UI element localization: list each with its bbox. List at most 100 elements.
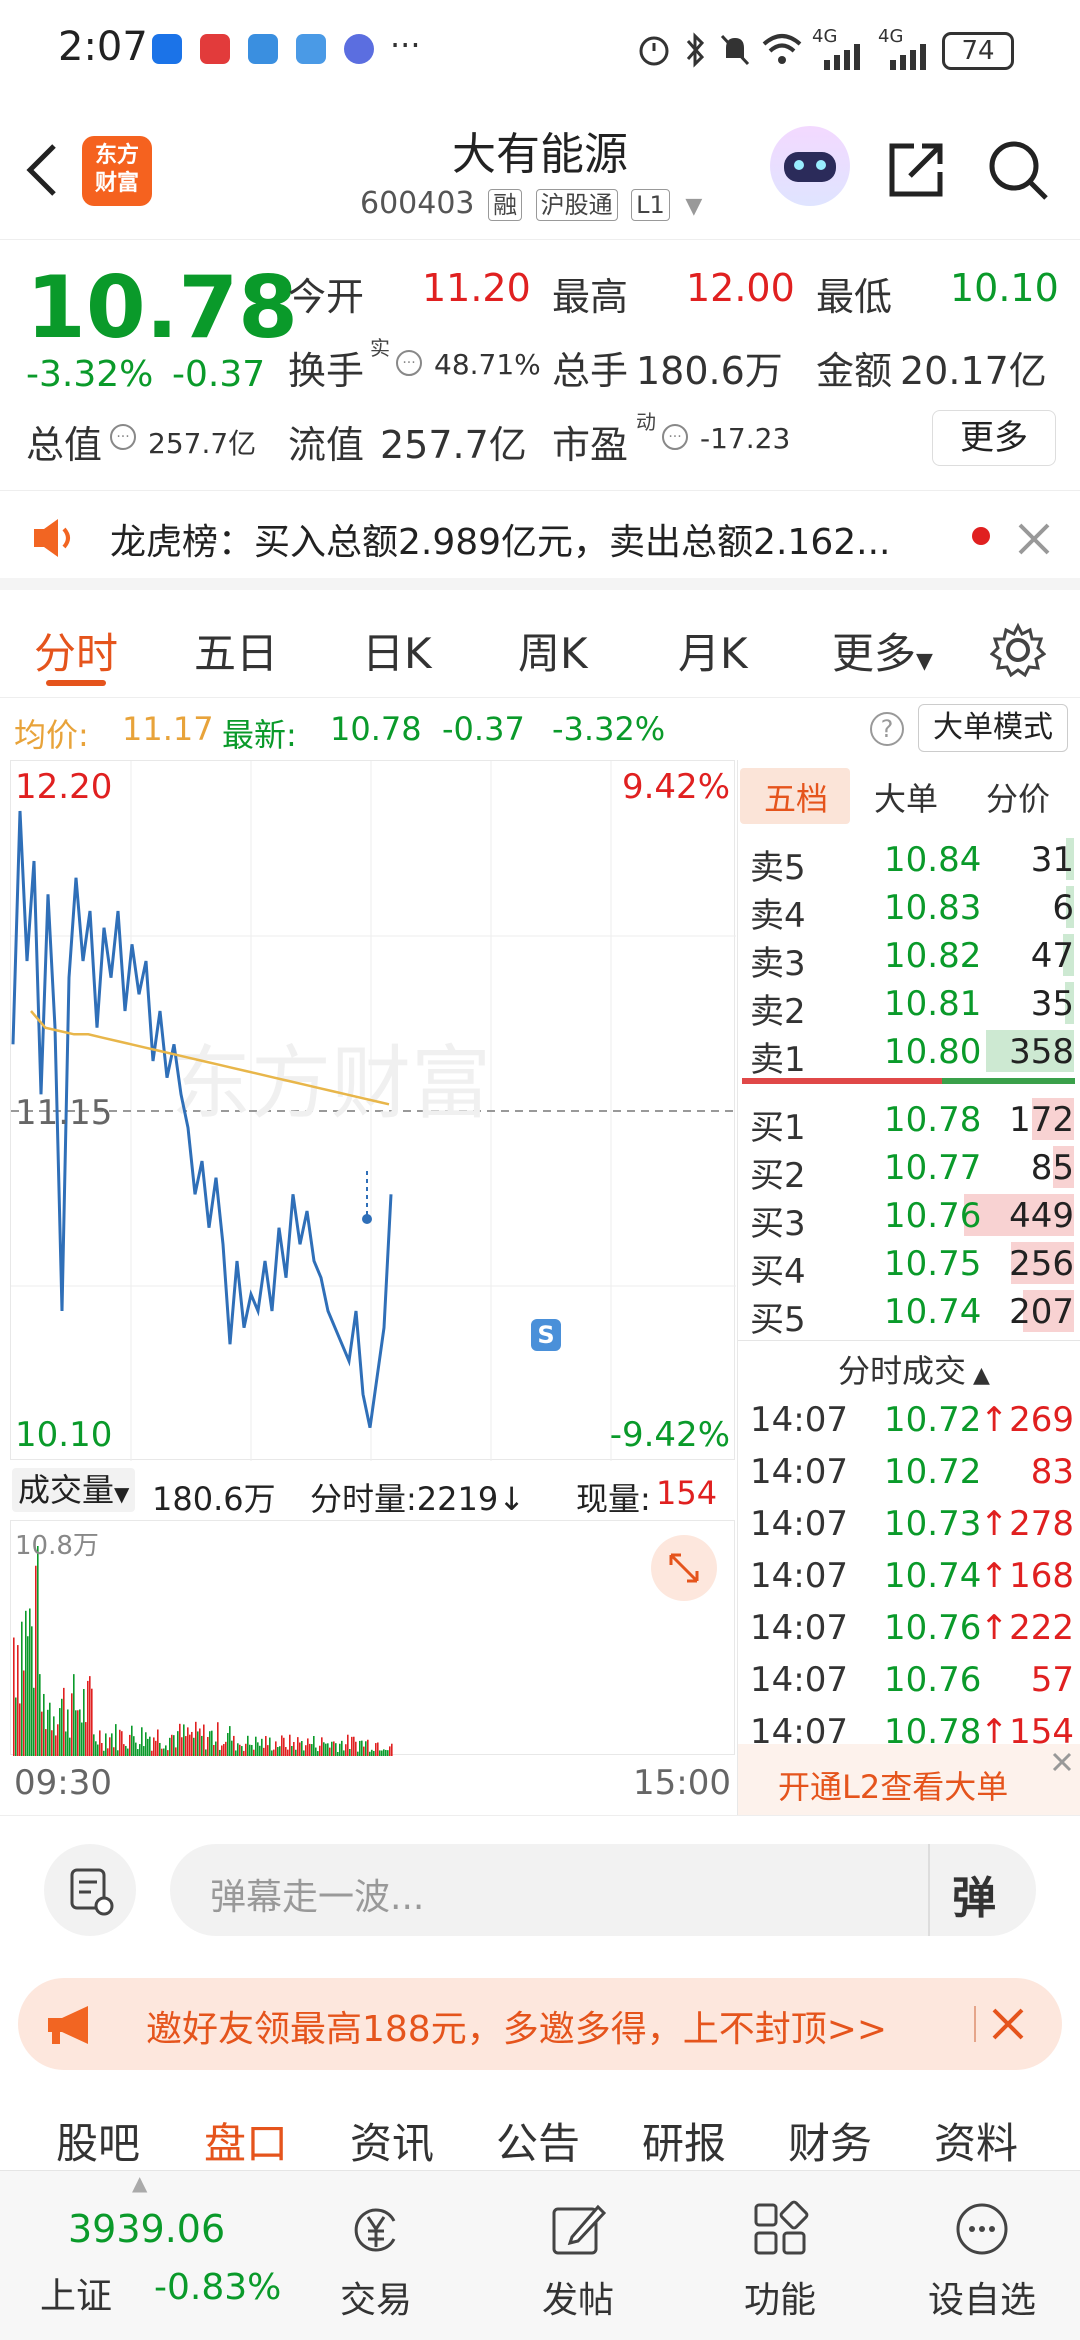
volume-bar	[281, 1735, 283, 1756]
tab-research[interactable]: 研报	[642, 2110, 726, 2171]
tab-big-orders[interactable]: 大单	[874, 774, 938, 820]
volume-chart: 10.8万	[10, 1520, 735, 1756]
avg-value: 11.17	[122, 710, 214, 748]
search-icon[interactable]	[984, 136, 1052, 204]
expand-icon[interactable]	[651, 1535, 717, 1601]
level-volume: 207	[1009, 1292, 1074, 1332]
tab-weekly-k[interactable]: 周K	[518, 620, 588, 681]
volume-bar	[121, 1731, 123, 1756]
settings-gear-icon[interactable]	[990, 622, 1046, 678]
volume-bar	[15, 1697, 17, 1756]
close-icon[interactable]	[1050, 1750, 1074, 1774]
volume-label: 总手	[552, 349, 629, 393]
volume-bar	[207, 1736, 209, 1756]
volume-bar	[75, 1710, 77, 1756]
volume-bar	[189, 1734, 191, 1756]
tab-more[interactable]: 更多▼	[832, 620, 933, 681]
volume-selector[interactable]: 成交量▼	[12, 1468, 136, 1512]
danmu-toggle-button[interactable]: 弹	[952, 1862, 996, 1926]
wifi-icon	[762, 34, 802, 64]
sell-signal-marker[interactable]: S	[531, 1319, 561, 1351]
info-dots-icon[interactable]: ···	[396, 350, 422, 376]
info-dots-icon[interactable]: ···	[662, 424, 688, 450]
tab-announcements[interactable]: 公告	[496, 2110, 580, 2171]
caret-down-icon: ▼	[916, 649, 933, 674]
caret-down-icon[interactable]: ▼	[685, 194, 702, 219]
volume-bar	[147, 1738, 149, 1756]
nav-trade[interactable]: 交易	[306, 2171, 446, 2340]
volume-max-label: 10.8万	[15, 1531, 99, 1561]
level-volume: 256	[1009, 1244, 1074, 1284]
current-volume-value: 154	[656, 1474, 718, 1512]
ticks-title[interactable]: 分时成交 ▲	[838, 1346, 990, 1392]
tab-profile[interactable]: 资料	[934, 2110, 1018, 2171]
sell-level-row[interactable]: 卖1 10.80 358	[744, 1028, 1074, 1080]
nav-add-watchlist[interactable]: 设自选	[912, 2171, 1052, 2340]
tab-price-dist[interactable]: 分价	[986, 774, 1050, 820]
share-icon[interactable]	[884, 138, 948, 202]
close-icon[interactable]	[1016, 521, 1052, 557]
tab-daily-k[interactable]: 日K	[362, 620, 432, 681]
active-tab-indicator	[46, 680, 106, 686]
big-order-mode-button[interactable]: 大单模式	[918, 704, 1068, 752]
volume-bar	[215, 1741, 217, 1756]
sell-level-row[interactable]: 卖4 10.83 6	[744, 884, 1074, 936]
buy-level-row[interactable]: 买3 10.76 449	[744, 1192, 1074, 1244]
sell-level-row[interactable]: 卖2 10.81 35	[744, 980, 1074, 1032]
volume-bar	[197, 1731, 199, 1756]
volume-bar	[365, 1741, 367, 1756]
volume-bar	[31, 1626, 33, 1756]
promo-banner[interactable]: 邀好友领最高188元，多邀多得，上不封顶>>	[18, 1978, 1062, 2070]
volume-bar	[43, 1693, 45, 1756]
level-volume: 449	[1009, 1196, 1074, 1236]
index-ticker[interactable]: ▲ 3939.06 上证 -0.83%	[20, 2171, 290, 2340]
tick-row: 14:07 10.76 57	[744, 1656, 1074, 1704]
intraday-chart-svg: 东方财富	[11, 761, 736, 1461]
volume-header: 成交量▼ 180.6万 分时量:2219↓ 现量: 154	[10, 1460, 735, 1520]
level-volume: 31	[1030, 840, 1074, 880]
nav-post[interactable]: 发帖	[508, 2171, 648, 2340]
close-icon[interactable]	[990, 2006, 1026, 2042]
tab-market-depth[interactable]: 盘口	[204, 2110, 288, 2171]
volume-bar	[333, 1741, 335, 1756]
sell-level-row[interactable]: 卖5 10.84 31	[744, 836, 1074, 888]
more-quote-button[interactable]: 更多	[932, 410, 1056, 466]
buy-level-row[interactable]: 买1 10.78 172	[744, 1096, 1074, 1148]
level-price: 10.82	[884, 936, 982, 976]
buy-level-row[interactable]: 买5 10.74 207	[744, 1288, 1074, 1340]
notice-bar[interactable]: 龙虎榜：买入总额2.989亿元，卖出总额2.162...	[0, 490, 1080, 590]
info-dots-icon[interactable]: ···	[110, 424, 136, 450]
assistant-robot-icon[interactable]	[770, 126, 850, 206]
tab-financials[interactable]: 财务	[788, 2110, 872, 2171]
tab-five-day[interactable]: 五日	[194, 620, 278, 681]
volume-bar	[321, 1737, 323, 1756]
level-volume: 35	[1030, 984, 1074, 1024]
tab-forum[interactable]: 股吧	[56, 2110, 140, 2171]
help-icon[interactable]: ?	[870, 712, 904, 746]
danmu-settings-icon[interactable]	[44, 1844, 136, 1936]
y-mid-label: 11.15	[15, 1093, 113, 1133]
level-price: 10.80	[884, 1032, 982, 1072]
mktcap-value: 257.7亿	[148, 427, 257, 460]
volume-bar	[355, 1741, 357, 1756]
stock-header: 东方 财富 大有能源 600403 融 沪股通 L1 ▼	[0, 100, 1080, 240]
index-value: 3939.06	[68, 2207, 226, 2251]
sell-level-row[interactable]: 卖3 10.82 47	[744, 932, 1074, 984]
buy-level-row[interactable]: 买2 10.77 85	[744, 1144, 1074, 1196]
buy-level-row[interactable]: 买4 10.75 256	[744, 1240, 1074, 1292]
intraday-chart[interactable]: 东方财富 12.20 9.42% 11.15 10.10 -9.42% S	[10, 760, 736, 1461]
battery-icon: 74	[942, 32, 1014, 70]
tab-monthly-k[interactable]: 月K	[678, 620, 748, 681]
l2-banner[interactable]: 开通L2查看大单	[738, 1744, 1080, 1820]
danmu-input[interactable]: 弹幕走一波... 弹	[170, 1844, 1036, 1936]
tab-intraday[interactable]: 分时	[34, 620, 118, 681]
tab-five-levels[interactable]: 五档	[764, 774, 828, 820]
tab-news[interactable]: 资讯	[350, 2110, 434, 2171]
nav-functions[interactable]: 功能	[710, 2171, 850, 2340]
volume-bar	[27, 1636, 29, 1756]
volume-bar	[33, 1687, 35, 1756]
index-pct: -0.83%	[154, 2267, 282, 2308]
volume-bar	[63, 1687, 65, 1756]
pe-label: 市盈	[552, 423, 629, 467]
volume-bar	[183, 1724, 185, 1756]
